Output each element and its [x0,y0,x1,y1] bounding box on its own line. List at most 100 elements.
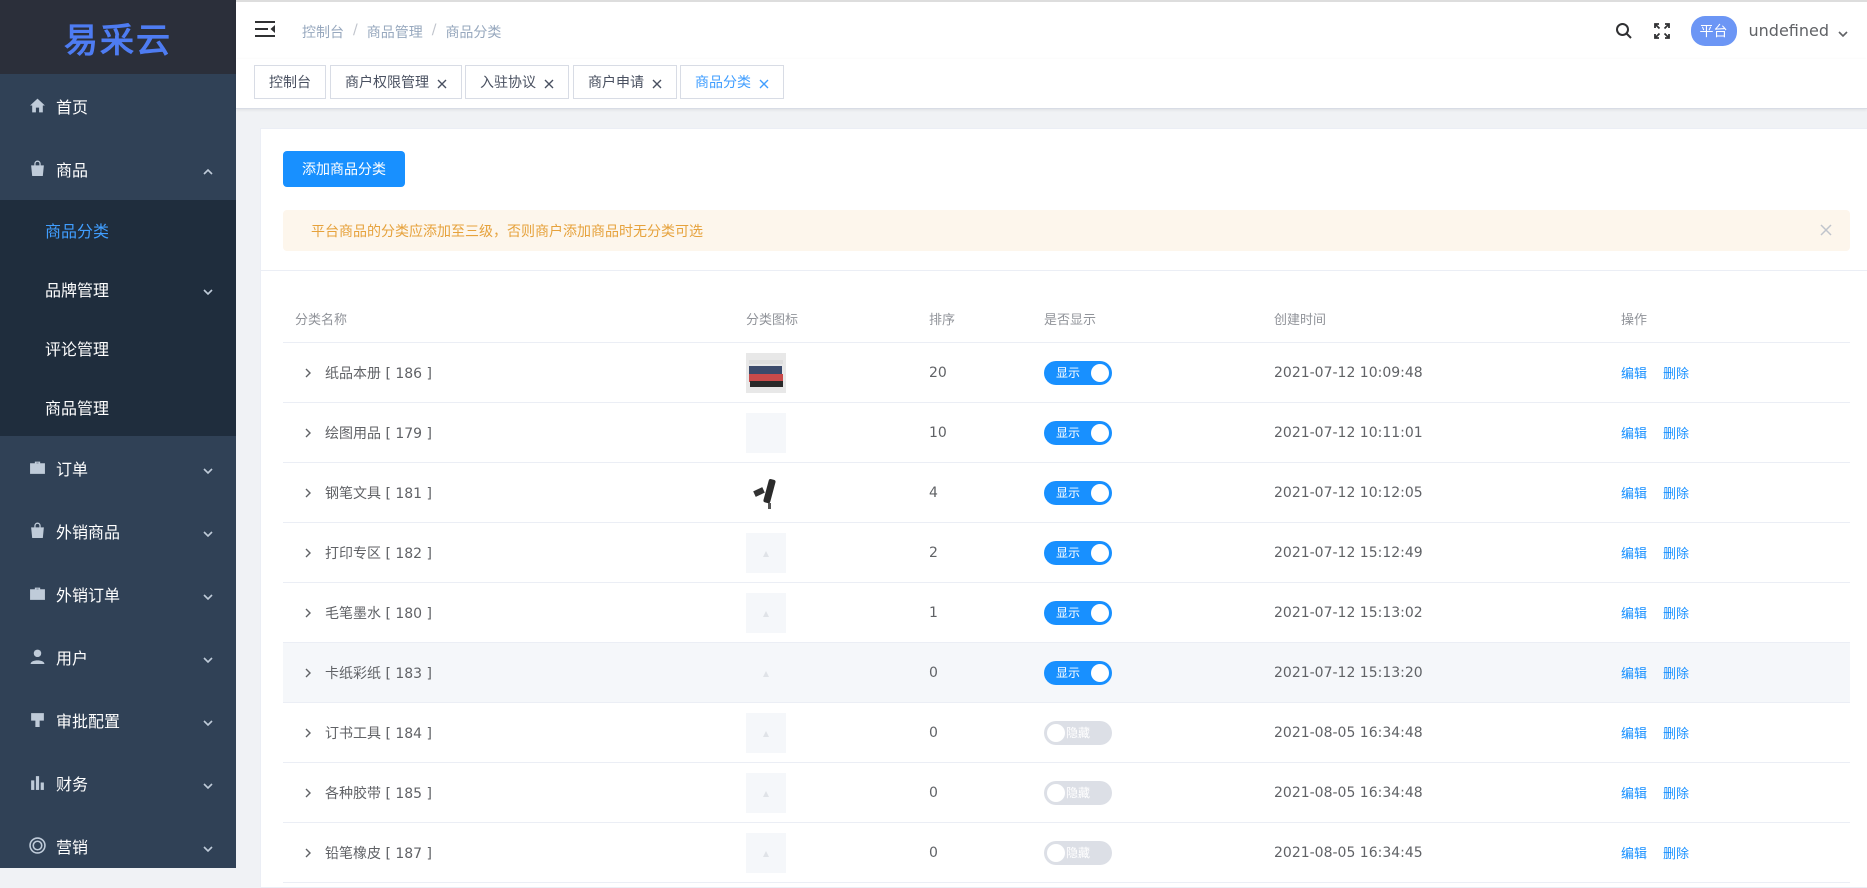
sidebar-item-goods-category[interactable]: 商品分类 [0,200,236,259]
visibility-switch[interactable]: 隐藏 [1044,781,1112,805]
divider [261,270,1867,271]
sidebar-item-review-manage[interactable]: 评论管理 [0,318,236,377]
category-table: 分类名称 分类图标 排序 是否显示 创建时间 操作 纸品本册 [ 186 ]20… [283,294,1850,883]
chevron-down-icon [202,283,214,295]
sidebar-item-label: 首页 [56,94,88,118]
delete-link[interactable]: 删除 [1663,423,1689,442]
column-header: 分类名称 [283,309,746,328]
tag-dashboard[interactable]: 控制台 [254,65,326,99]
search-icon[interactable] [1615,21,1635,41]
visibility-switch[interactable]: 显示 [1044,361,1112,385]
breadcrumb-item[interactable]: 商品管理 [367,22,423,42]
chevron-right-icon[interactable] [303,727,315,739]
sidebar-item-brand-manage[interactable]: 品牌管理 [0,259,236,318]
delete-link[interactable]: 删除 [1663,663,1689,682]
sidebar-item-users[interactable]: 用户 [0,625,236,688]
sidebar-item-approval-config[interactable]: 审批配置 [0,688,236,751]
tag-merchant-permission[interactable]: 商户权限管理 [330,65,462,99]
sidebar-item-goods-manage[interactable]: 商品管理 [0,377,236,436]
switch-label: 显示 [1056,424,1080,441]
chevron-right-icon[interactable] [303,607,315,619]
operations-cell: 编辑删除 [1621,543,1850,562]
edit-link[interactable]: 编辑 [1621,543,1647,562]
visibility-switch[interactable]: 显示 [1044,601,1112,625]
target-icon [28,837,46,855]
tag-label: 入驻协议 [480,72,536,92]
breadcrumb-item[interactable]: 控制台 [302,22,344,42]
delete-link[interactable]: 删除 [1663,603,1689,622]
close-icon[interactable] [759,77,769,87]
delete-link[interactable]: 删除 [1663,783,1689,802]
chevron-right-icon[interactable] [303,667,315,679]
username[interactable]: undefined [1749,21,1830,40]
delete-link[interactable]: 删除 [1663,843,1689,862]
chevron-right-icon[interactable] [303,847,315,859]
switch-label: 显示 [1056,664,1080,681]
sidebar-item-home[interactable]: 首页 [0,74,236,137]
sidebar-item-marketing[interactable]: 营销 [0,814,236,868]
sidebar-item-orders[interactable]: 订单 [0,436,236,499]
close-icon[interactable] [544,77,554,87]
hamburger-menu-icon[interactable] [254,19,276,39]
visibility-switch[interactable]: 显示 [1044,541,1112,565]
operations-cell: 编辑删除 [1621,663,1850,682]
edit-link[interactable]: 编辑 [1621,423,1647,442]
switch-knob [1047,784,1065,802]
add-category-button[interactable]: 添加商品分类 [283,151,405,187]
sort-value: 0 [929,665,1044,681]
edit-link[interactable]: 编辑 [1621,603,1647,622]
close-icon[interactable] [437,77,447,87]
placeholder-thumb-image [746,713,786,753]
sidebar-item-label: 商品管理 [45,395,109,419]
chevron-down-icon[interactable] [1837,25,1849,37]
category-name: 卡纸彩纸 [ 183 ] [325,663,432,683]
delete-link[interactable]: 删除 [1663,363,1689,382]
edit-link[interactable]: 编辑 [1621,483,1647,502]
category-name: 各种胶带 [ 185 ] [325,783,432,803]
category-icon-cell [746,593,929,633]
category-name-cell: 毛笔墨水 [ 180 ] [283,603,746,623]
visibility-switch[interactable]: 显示 [1044,661,1112,685]
visibility-switch[interactable]: 显示 [1044,421,1112,445]
chevron-down-icon [202,777,214,789]
edit-link[interactable]: 编辑 [1621,783,1647,802]
visibility-switch[interactable]: 显示 [1044,481,1112,505]
close-icon[interactable] [1820,224,1832,236]
close-icon[interactable] [652,77,662,87]
edit-link[interactable]: 编辑 [1621,663,1647,682]
chevron-right-icon[interactable] [303,787,315,799]
created-time: 2021-07-12 10:12:05 [1274,485,1621,501]
category-name: 订书工具 [ 184 ] [325,723,432,743]
breadcrumb-separator: / [432,22,437,42]
edit-link[interactable]: 编辑 [1621,843,1647,862]
delete-link[interactable]: 删除 [1663,543,1689,562]
chevron-right-icon[interactable] [303,367,315,379]
chevron-right-icon[interactable] [303,487,315,499]
sidebar-item-goods[interactable]: 商品 [0,137,236,200]
delete-link[interactable]: 删除 [1663,723,1689,742]
delete-link[interactable]: 删除 [1663,483,1689,502]
tag-goods-category[interactable]: 商品分类 [680,65,784,99]
shopping-bag-icon [28,160,46,178]
edit-link[interactable]: 编辑 [1621,363,1647,382]
fullscreen-icon[interactable] [1653,21,1673,41]
switch-label: 显示 [1056,364,1080,381]
user-icon [28,648,46,666]
header-right: 平台 undefined [1615,2,1867,59]
tag-settlement-agreement[interactable]: 入驻协议 [465,65,569,99]
sidebar-item-label: 外销商品 [56,519,120,543]
category-name-cell: 打印专区 [ 182 ] [283,543,746,563]
show-cell: 隐藏 [1044,721,1274,745]
shopping-bag-icon [28,522,46,540]
visibility-switch[interactable]: 隐藏 [1044,841,1112,865]
visibility-switch[interactable]: 隐藏 [1044,721,1112,745]
tag-merchant-application[interactable]: 商户申请 [573,65,677,99]
edit-link[interactable]: 编辑 [1621,723,1647,742]
sidebar-item-external-orders[interactable]: 外销订单 [0,562,236,625]
category-name: 铅笔橡皮 [ 187 ] [325,843,432,863]
chevron-right-icon[interactable] [303,427,315,439]
show-cell: 显示 [1044,541,1274,565]
sidebar-item-external-goods[interactable]: 外销商品 [0,499,236,562]
chevron-right-icon[interactable] [303,547,315,559]
sidebar-item-finance[interactable]: 财务 [0,751,236,814]
